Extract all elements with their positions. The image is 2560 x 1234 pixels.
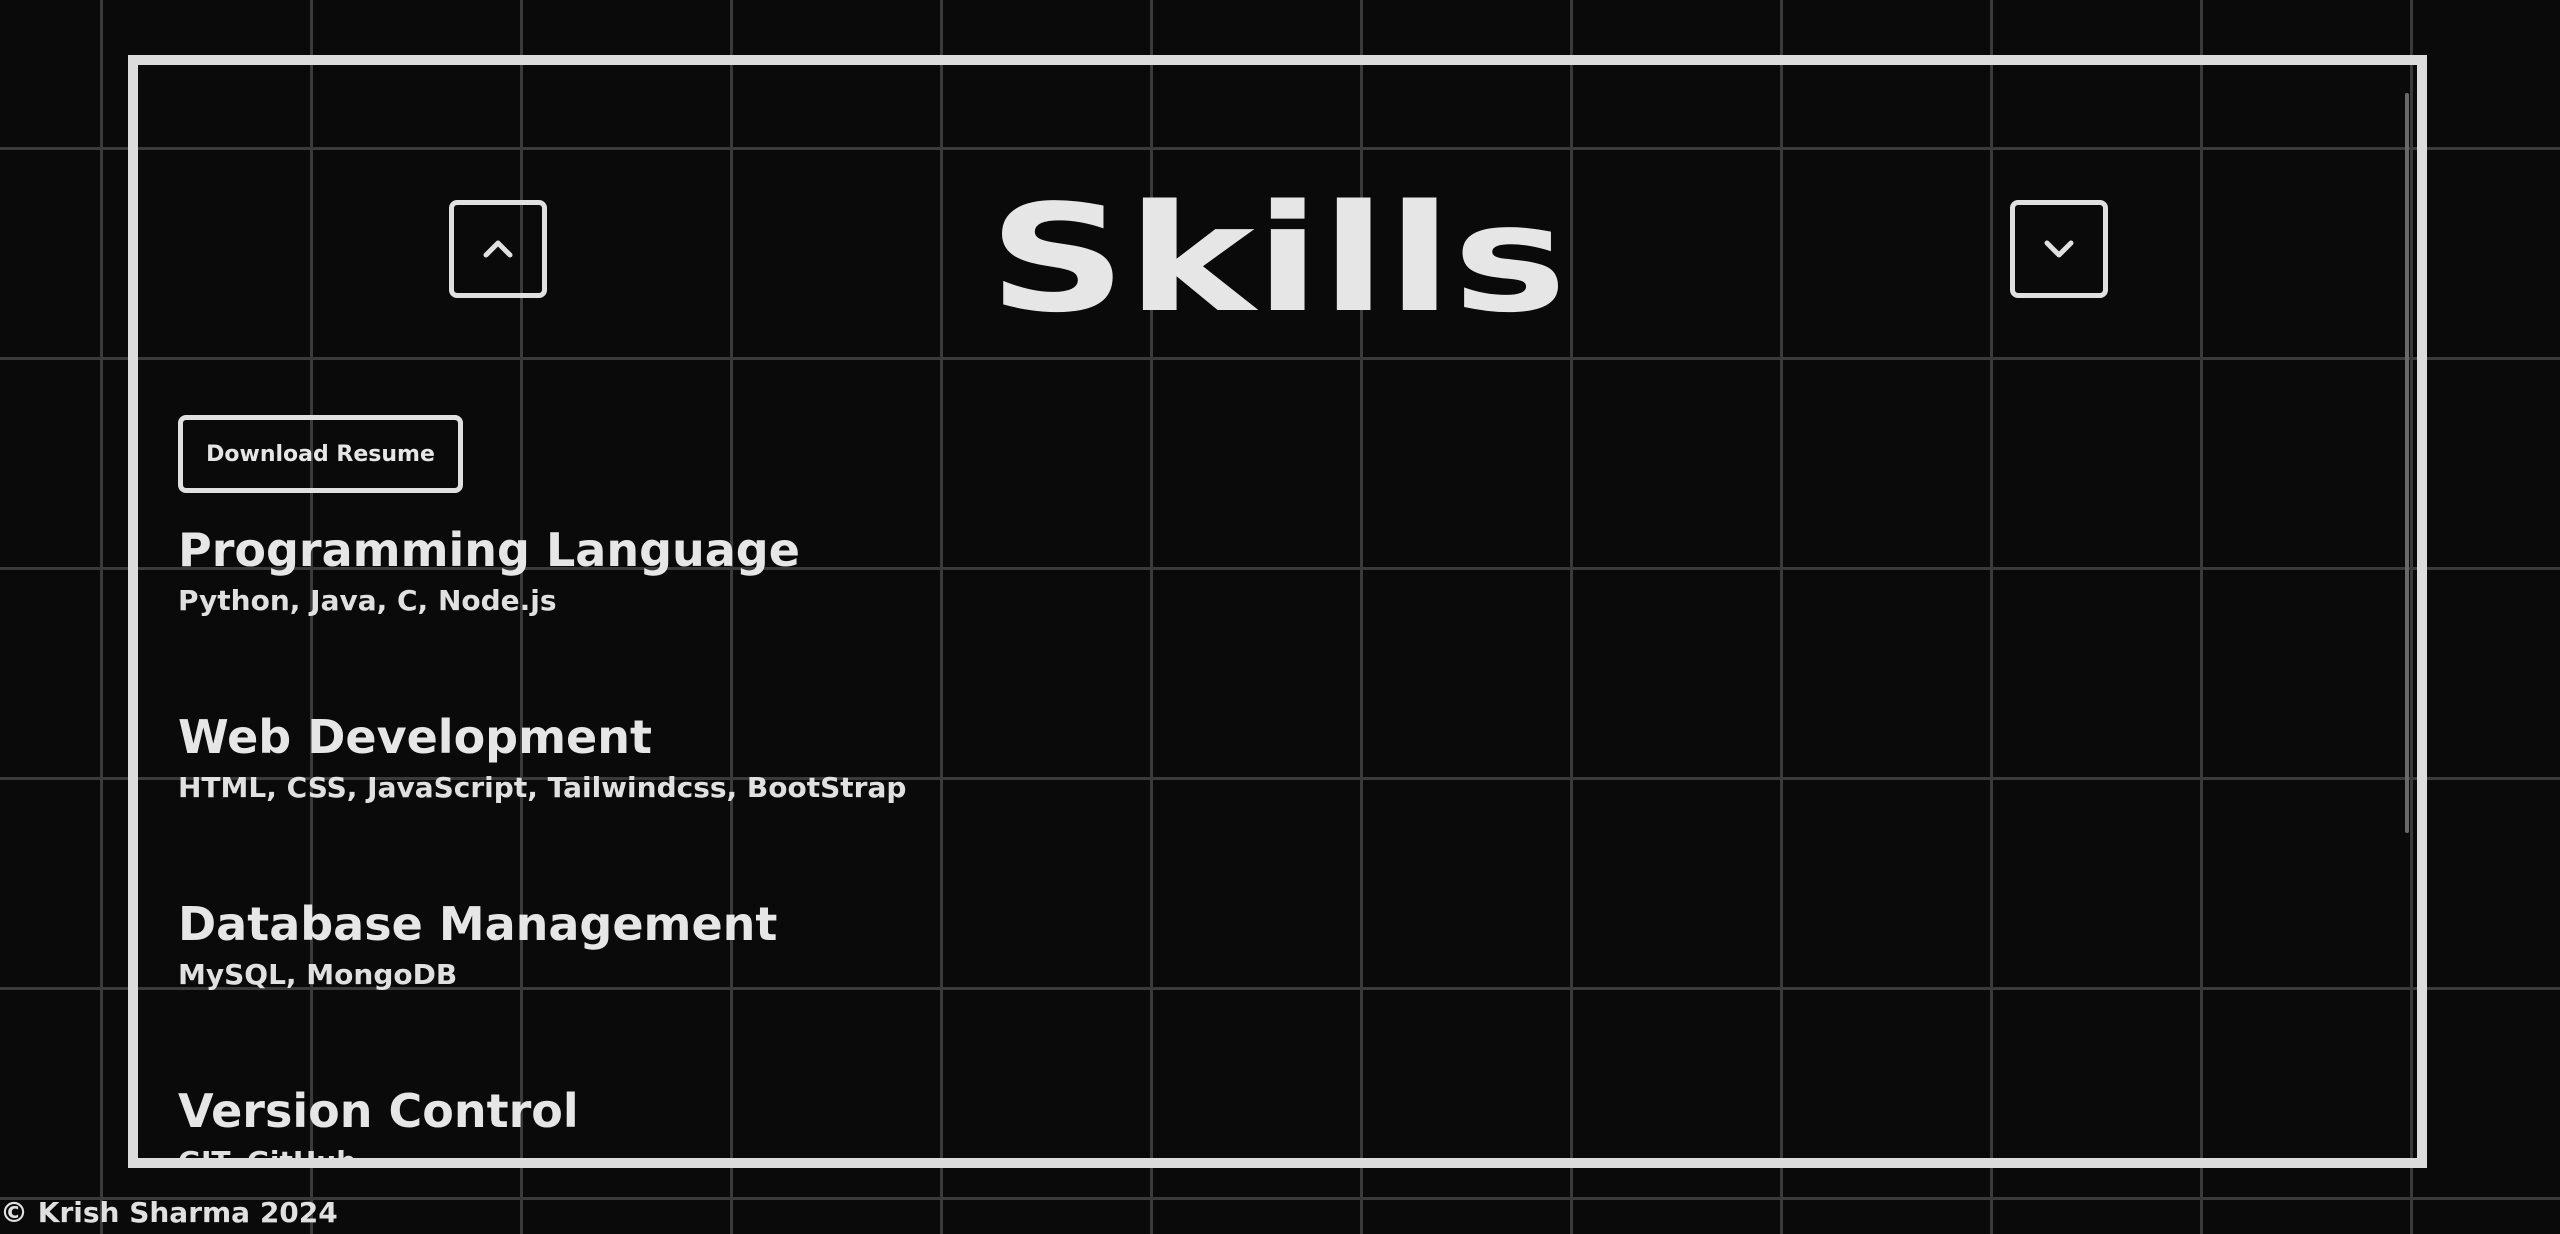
scroll-down-button[interactable] (2010, 200, 2108, 298)
skills-list: Programming Language Python, Java, C, No… (178, 520, 906, 1168)
skill-values: Python, Java, C, Node.js (178, 584, 557, 617)
footer-copyright: © Krish Sharma 2024 (0, 1196, 338, 1229)
skill-values: MySQL, MongoDB (178, 958, 458, 991)
skill-values: GIT, GitHub (178, 1145, 357, 1168)
skill-item: Web Development HTML, CSS, JavaScript, T… (178, 707, 906, 894)
skill-category: Database Management (178, 897, 778, 951)
page-title: Skills (988, 173, 1567, 345)
skill-item: Database Management MySQL, MongoDB (178, 894, 906, 1081)
skill-item: Programming Language Python, Java, C, No… (178, 520, 906, 707)
skill-item: Version Control GIT, GitHub (178, 1081, 906, 1168)
skill-category: Version Control (178, 1084, 579, 1138)
download-resume-button[interactable]: Download Resume (178, 415, 463, 493)
chevron-down-icon (2044, 240, 2074, 258)
skill-category: Programming Language (178, 523, 800, 577)
skill-category: Web Development (178, 710, 652, 764)
skills-panel: Skills Download Resume Programming Langu… (128, 55, 2427, 1168)
skill-values: HTML, CSS, JavaScript, Tailwindcss, Boot… (178, 771, 907, 804)
